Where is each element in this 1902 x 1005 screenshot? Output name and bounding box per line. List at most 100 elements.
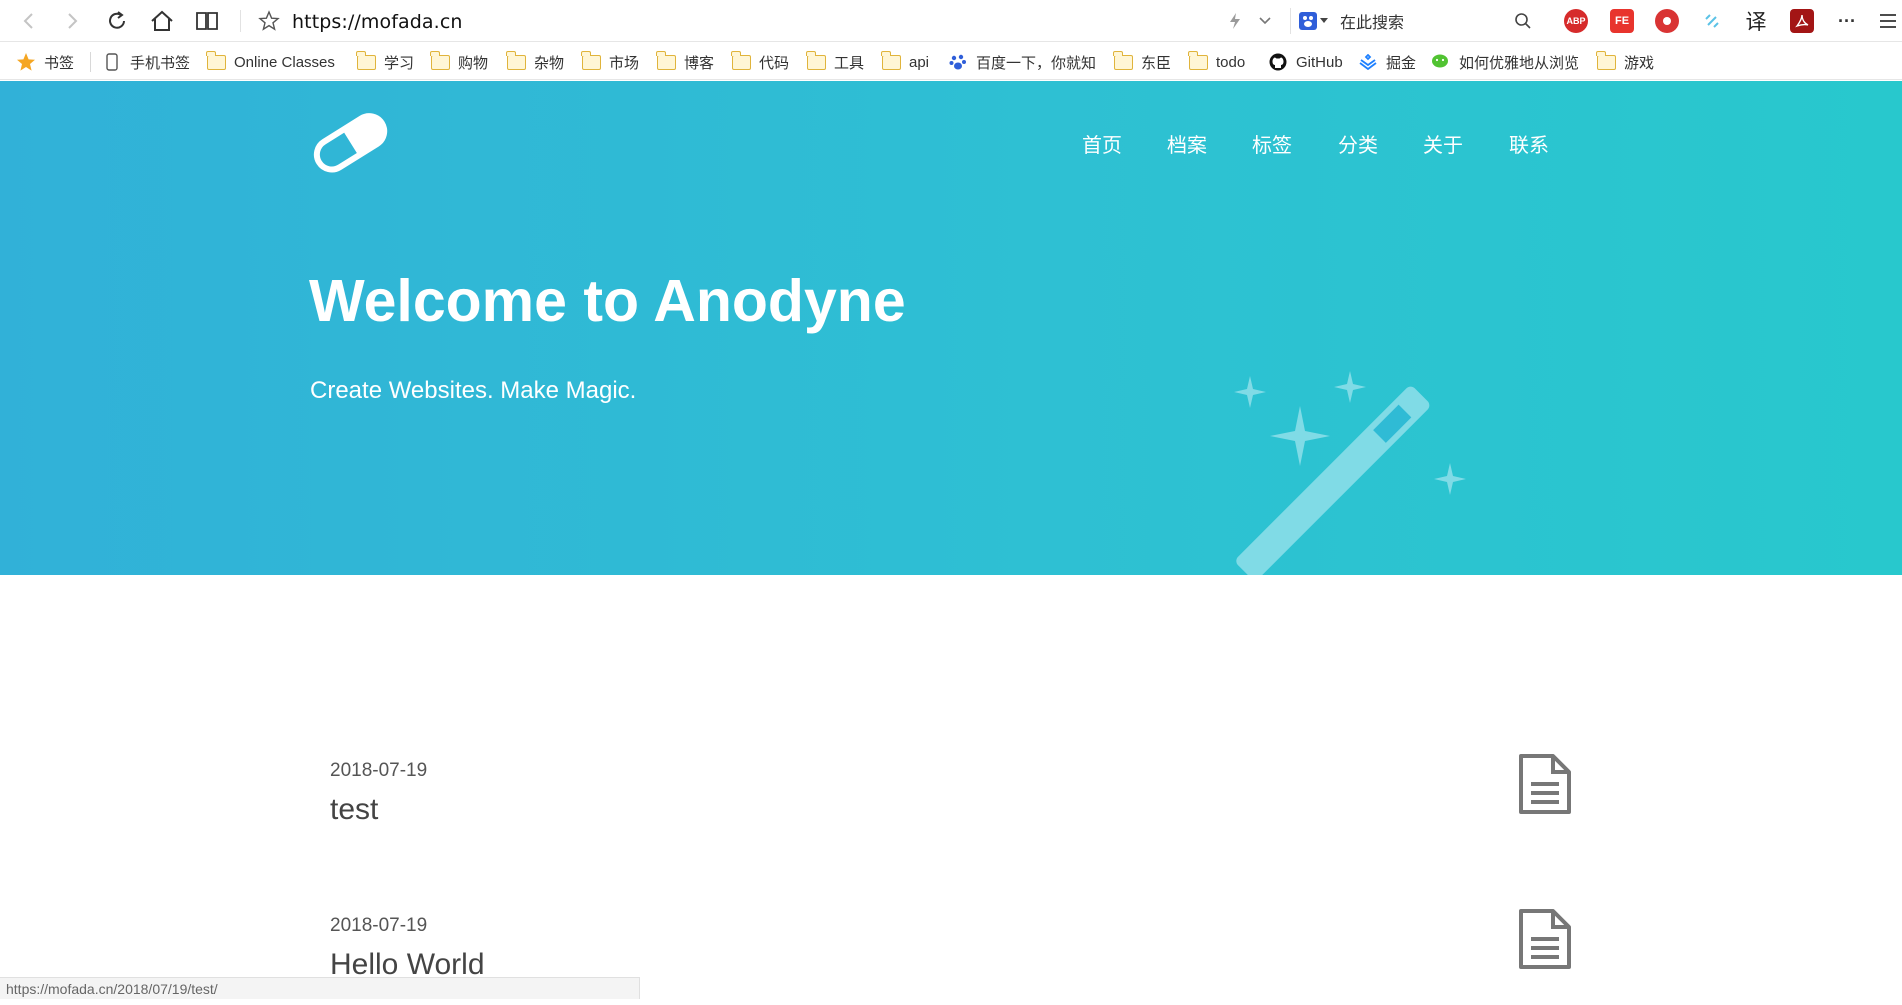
nav-archive[interactable]: 档案 — [1167, 129, 1207, 158]
bookmark-star-button[interactable] — [254, 6, 284, 36]
bookmark-label: 东臣 — [1141, 54, 1172, 72]
star-icon — [16, 53, 36, 71]
bookmark-label: 购物 — [458, 54, 489, 72]
folder-icon — [581, 51, 601, 71]
status-bar-url: https://mofada.cn/2018/07/19/test/ — [0, 977, 640, 999]
bookmark-label: 代码 — [759, 54, 790, 72]
bookmarks-divider — [90, 52, 91, 72]
translate-button[interactable]: 译 — [1744, 9, 1768, 34]
sync-icon — [1705, 14, 1719, 28]
nav-home[interactable]: 首页 — [1082, 129, 1122, 158]
lightning-button[interactable] — [1220, 6, 1250, 36]
bookmarks-bar: 书签 手机书签 Online Classes 学习 购物 杂物 市场 博客 代码… — [0, 42, 1902, 80]
dropdown-button[interactable] — [1250, 6, 1280, 36]
address-bar[interactable]: https://mofada.cn — [292, 11, 463, 33]
bookmark-item[interactable]: 百度一下，你就知 — [948, 51, 1096, 73]
bookmark-item[interactable]: 手机书签 — [102, 51, 190, 73]
bookmark-item[interactable]: Online Classes — [206, 51, 335, 73]
reload-button[interactable] — [102, 6, 132, 36]
baidu-paw-icon — [1299, 12, 1317, 30]
browser-toolbar: https://mofada.cn 在此搜索 ABP FE 译 ··· — [0, 0, 1902, 42]
bookmark-item[interactable]: GitHub — [1268, 51, 1343, 73]
bookmark-item[interactable]: 如何优雅地从浏览 — [1431, 51, 1579, 73]
wechat-icon — [1431, 53, 1451, 71]
baidu-paw-icon — [948, 53, 968, 71]
caret-down-icon — [1320, 18, 1328, 23]
back-button[interactable] — [14, 6, 44, 36]
folder-icon — [1188, 51, 1208, 71]
bookmark-item[interactable]: 代码 — [731, 51, 789, 73]
folder-icon — [731, 51, 751, 71]
bookmark-label: Online Classes — [234, 53, 335, 71]
more-icon: ··· — [1838, 10, 1856, 31]
post-title[interactable]: test — [330, 793, 378, 827]
search-engine-selector[interactable] — [1298, 9, 1332, 33]
bookmark-label: 工具 — [834, 54, 865, 72]
bookmark-item[interactable]: 市场 — [581, 51, 639, 73]
post-item[interactable]: 2018-07-19 test — [330, 754, 1580, 850]
adblock-extension[interactable]: ABP — [1564, 9, 1588, 33]
bookmark-label: 掘金 — [1386, 54, 1417, 72]
bookmark-item[interactable]: 博客 — [656, 51, 714, 73]
folder-icon — [656, 51, 676, 71]
bookmark-label: 手机书签 — [130, 54, 191, 72]
folder-icon — [430, 51, 450, 71]
bookmark-item[interactable]: todo — [1188, 51, 1245, 73]
translate-icon: 译 — [1745, 11, 1767, 34]
fe-icon: FE — [1614, 15, 1630, 27]
nav-about[interactable]: 关于 — [1423, 129, 1463, 158]
arrow-left-icon — [23, 13, 33, 29]
bookmark-item[interactable]: api — [881, 51, 929, 73]
toolbar-divider — [1290, 8, 1291, 34]
bookmark-item[interactable]: 掘金 — [1358, 51, 1416, 73]
menu-button[interactable] — [1876, 9, 1900, 33]
juejin-icon — [1358, 53, 1378, 71]
bookmark-label: 百度一下，你就知 — [976, 54, 1096, 72]
reader-button[interactable] — [192, 6, 222, 36]
hero-title: Welcome to Anodyne — [309, 268, 906, 334]
folder-icon — [356, 51, 376, 71]
lightning-icon — [1230, 13, 1240, 29]
adblock-icon: ABP — [1566, 16, 1586, 26]
bookmark-item[interactable]: 学习 — [356, 51, 414, 73]
bookmark-label: GitHub — [1296, 53, 1343, 71]
bookmark-label: api — [909, 53, 930, 71]
folder-icon — [506, 51, 526, 71]
document-icon — [1517, 907, 1573, 976]
magic-wand-icon — [1225, 351, 1485, 575]
chevron-down-icon — [1259, 17, 1271, 25]
nav-tags[interactable]: 标签 — [1252, 129, 1292, 158]
search-box[interactable]: 在此搜索 — [1298, 7, 1538, 35]
bookmark-item[interactable]: 东臣 — [1113, 51, 1171, 73]
record-extension[interactable] — [1655, 9, 1679, 33]
bookmark-label: 市场 — [609, 54, 640, 72]
pill-logo-icon — [313, 113, 388, 173]
fe-extension[interactable]: FE — [1610, 9, 1634, 33]
bookmark-item[interactable]: 书签 — [16, 51, 74, 73]
bookmark-item[interactable]: 杂物 — [506, 51, 564, 73]
nav-categories[interactable]: 分类 — [1338, 129, 1378, 158]
toolbar-divider — [240, 10, 241, 32]
bookmark-item[interactable]: 购物 — [430, 51, 488, 73]
bookmark-label: todo — [1216, 53, 1246, 71]
book-icon — [196, 12, 218, 30]
pdf-extension[interactable] — [1790, 9, 1814, 33]
forward-button[interactable] — [57, 6, 87, 36]
more-button[interactable]: ··· — [1835, 9, 1859, 33]
home-button[interactable] — [147, 6, 177, 36]
folder-icon — [206, 51, 226, 71]
bookmark-item[interactable]: 工具 — [806, 51, 864, 73]
search-icon — [1515, 13, 1531, 29]
folder-icon — [806, 51, 826, 71]
bookmark-item[interactable]: 游戏 — [1596, 51, 1654, 73]
search-input[interactable]: 在此搜索 — [1340, 9, 1404, 33]
bookmark-label: 博客 — [684, 54, 715, 72]
site-logo[interactable] — [308, 109, 392, 180]
arrow-right-icon — [68, 13, 78, 29]
sync-extension[interactable] — [1700, 9, 1724, 33]
hamburger-icon — [1880, 14, 1896, 28]
nav-contact[interactable]: 联系 — [1509, 129, 1549, 158]
folder-icon — [1596, 51, 1616, 71]
post-date: 2018-07-19 — [330, 760, 428, 781]
home-icon — [151, 10, 173, 31]
